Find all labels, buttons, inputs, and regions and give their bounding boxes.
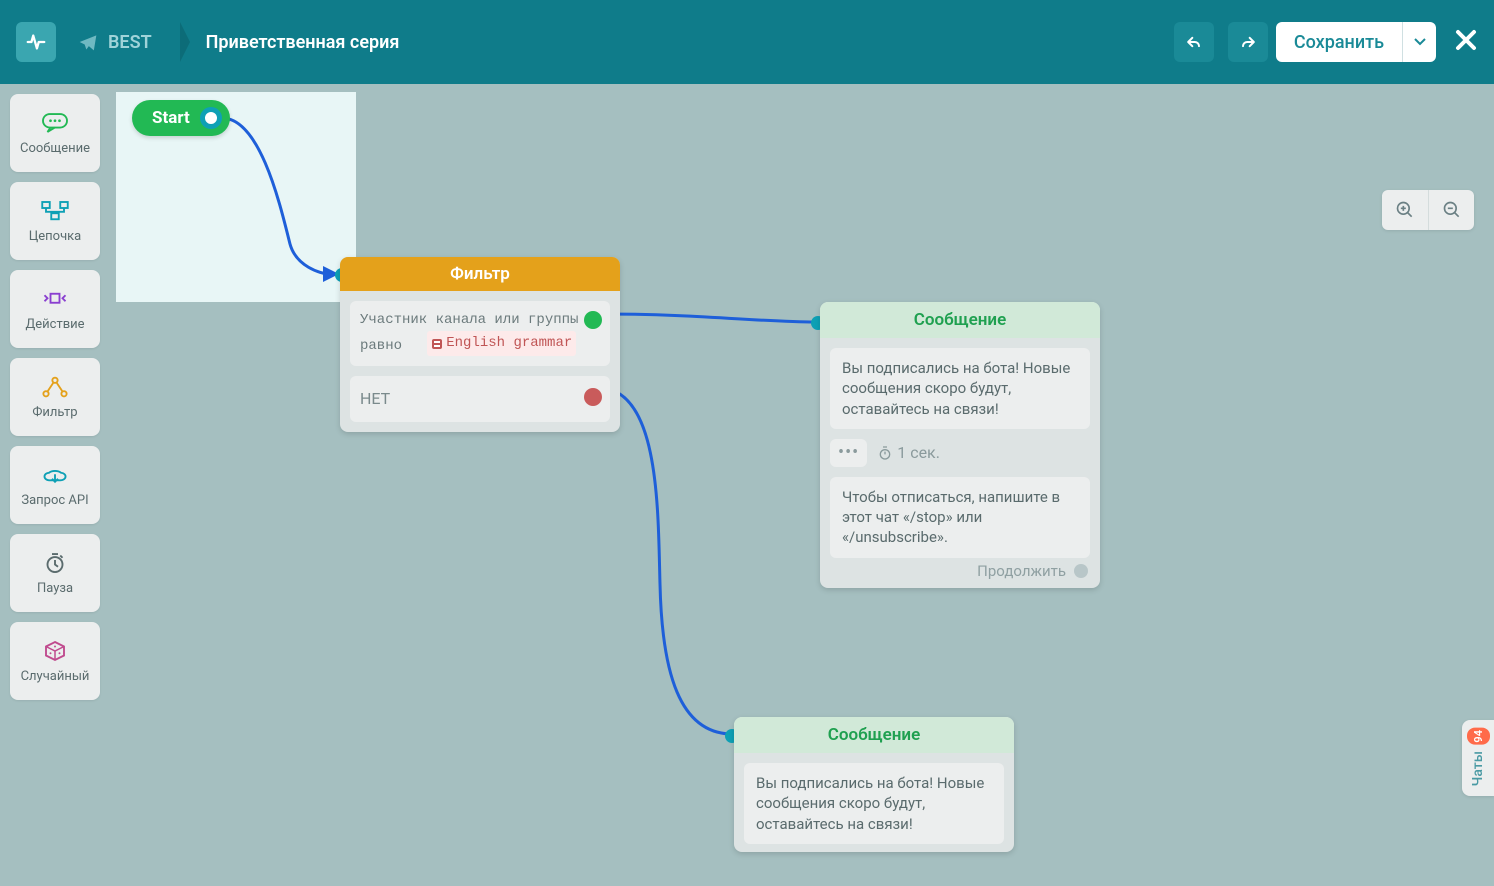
tool-random-label: Случайный	[21, 669, 90, 684]
breadcrumb-separator-icon	[180, 22, 190, 62]
chats-tab-label: Чаты	[1470, 751, 1486, 786]
zoom-in-icon	[1395, 200, 1415, 220]
undo-button[interactable]	[1174, 22, 1214, 62]
filter-node[interactable]: Фильтр Участник канала или группы равно …	[340, 257, 620, 432]
tool-filter-label: Фильтр	[32, 405, 77, 420]
redo-icon	[1238, 32, 1258, 52]
zoom-out-icon	[1442, 200, 1462, 220]
zoom-controls	[1382, 190, 1474, 230]
msg1-continue-port[interactable]	[1074, 564, 1088, 578]
random-icon	[40, 639, 70, 663]
filter-rule-yes[interactable]: Участник канала или группы равно English…	[350, 301, 610, 366]
msg1-title: Сообщение	[820, 302, 1100, 338]
zoom-out-button[interactable]	[1428, 190, 1474, 230]
save-dropdown[interactable]	[1402, 22, 1436, 62]
start-node-label: Start	[152, 108, 190, 128]
tool-pause-label: Пауза	[37, 581, 73, 596]
tool-chain-label: Цепочка	[29, 229, 82, 244]
chats-tab[interactable]: 94 Чаты	[1462, 720, 1494, 796]
message-icon	[40, 111, 70, 135]
chain-icon	[40, 199, 70, 223]
start-output-port[interactable]	[200, 107, 222, 129]
filter-rule-attr: Участник канала или группы	[360, 309, 600, 331]
tool-pause[interactable]: Пауза	[10, 534, 100, 612]
breadcrumb-bot[interactable]: BEST	[64, 22, 166, 62]
channel-icon	[431, 338, 443, 350]
save-button-label: Сохранить	[1276, 32, 1402, 53]
header: BEST Приветственная серия Сохранить	[0, 0, 1494, 84]
msg1-continue-label: Продолжить	[977, 562, 1066, 580]
filter-rule-no[interactable]: НЕТ	[350, 376, 610, 422]
undo-icon	[1184, 32, 1204, 52]
filter-node-title: Фильтр	[340, 257, 620, 291]
canvas[interactable]: Start Фильтр Участник канала или группы …	[0, 84, 1494, 886]
breadcrumb-flow[interactable]: Приветственная серия	[192, 22, 414, 62]
logo-button[interactable]	[16, 22, 56, 62]
tool-api[interactable]: Запрос API	[10, 446, 100, 524]
filter-yes-port[interactable]	[584, 311, 602, 329]
message-node-1[interactable]: Сообщение Вы подписались на бота! Новые …	[820, 302, 1100, 588]
msg1-text2: Чтобы отписаться, напишите в этот чат «/…	[830, 477, 1090, 558]
filter-icon	[40, 375, 70, 399]
tool-palette: Сообщение Цепочка Действие Фильтр Запрос…	[10, 94, 100, 700]
close-button[interactable]	[1454, 26, 1478, 59]
msg1-delay-row: ••• 1 сек.	[830, 439, 1090, 467]
tool-filter[interactable]: Фильтр	[10, 358, 100, 436]
caret-down-icon	[1414, 38, 1426, 46]
typing-icon: •••	[830, 439, 867, 467]
start-node[interactable]: Start	[132, 100, 230, 136]
msg1-text1: Вы подписались на бота! Новые сообщения …	[830, 348, 1090, 429]
redo-button[interactable]	[1228, 22, 1268, 62]
filter-no-label: НЕТ	[360, 389, 390, 408]
tool-random[interactable]: Случайный	[10, 622, 100, 700]
action-icon	[40, 287, 70, 311]
filter-channel-tag: English grammar	[427, 331, 576, 355]
pause-icon	[40, 551, 70, 575]
message-node-2[interactable]: Сообщение Вы подписались на бота! Новые …	[734, 717, 1014, 852]
filter-rule-op: равно	[360, 339, 402, 355]
save-button[interactable]: Сохранить	[1276, 22, 1436, 62]
tool-message-label: Сообщение	[20, 141, 90, 156]
tool-action[interactable]: Действие	[10, 270, 100, 348]
api-icon	[40, 463, 70, 487]
breadcrumb-bot-label: BEST	[108, 32, 152, 53]
close-icon	[1454, 28, 1478, 52]
tool-message[interactable]: Сообщение	[10, 94, 100, 172]
zoom-in-button[interactable]	[1382, 190, 1428, 230]
stopwatch-icon	[877, 445, 893, 461]
filter-no-port[interactable]	[584, 388, 602, 406]
tool-action-label: Действие	[25, 317, 84, 332]
telegram-icon	[78, 32, 98, 52]
pulse-icon	[25, 31, 47, 53]
msg2-text1: Вы подписались на бота! Новые сообщения …	[744, 763, 1004, 844]
msg1-delay-label: 1 сек.	[897, 443, 940, 462]
breadcrumb-flow-label: Приветственная серия	[206, 32, 400, 53]
tool-chain[interactable]: Цепочка	[10, 182, 100, 260]
chats-count-badge: 94	[1467, 728, 1490, 745]
tool-api-label: Запрос API	[21, 493, 88, 508]
msg2-title: Сообщение	[734, 717, 1014, 753]
